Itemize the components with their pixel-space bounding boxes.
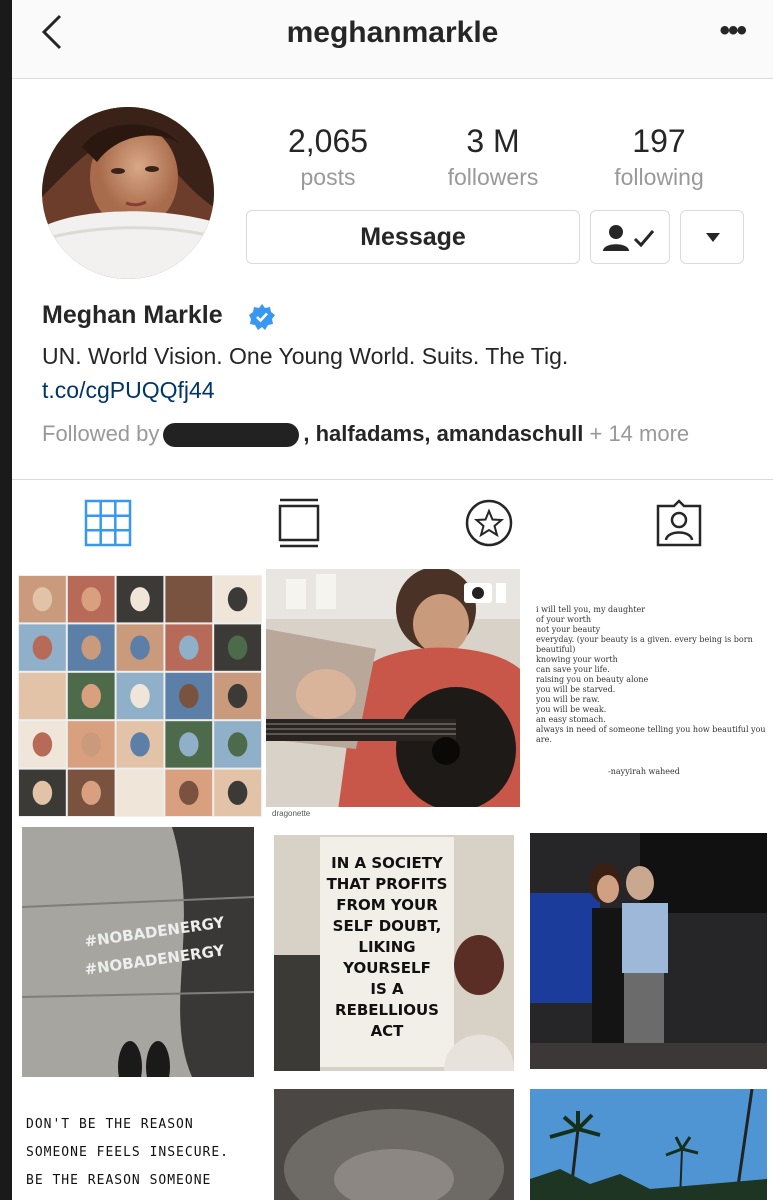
post-guitar-video[interactable]: dragonette bbox=[266, 569, 520, 825]
poem-author: -nayyirah waheed bbox=[608, 767, 680, 776]
followers-count[interactable]: 3 M followers bbox=[418, 123, 568, 191]
feed-icon[interactable] bbox=[274, 498, 324, 548]
avatar[interactable] bbox=[42, 107, 214, 279]
collage-cell-face bbox=[179, 732, 199, 757]
profile-display-name: Meghan Markle bbox=[42, 301, 223, 329]
post-palm-trees[interactable] bbox=[530, 1089, 767, 1200]
posts-count-label: posts bbox=[300, 164, 356, 190]
profile-bio: UN. World Vision. One Young World. Suits… bbox=[42, 343, 569, 369]
profile-tabs bbox=[12, 479, 773, 570]
collage-cell-face bbox=[227, 635, 248, 660]
suggested-dropdown-button[interactable] bbox=[680, 210, 744, 264]
collage-cell-face bbox=[32, 587, 53, 612]
collage-cell-face bbox=[130, 732, 150, 757]
post-handwritten[interactable]: DON'T BE THE REASON SOMEONE FEELS INSECU… bbox=[18, 1089, 262, 1200]
person-check-icon bbox=[603, 225, 655, 251]
poem-text: i will tell you, my daughter of your wor… bbox=[536, 605, 766, 744]
top-navigation-bar: meghanmarkle ••• bbox=[12, 0, 773, 79]
collage-cell-face bbox=[179, 683, 199, 709]
message-button[interactable]: Message bbox=[246, 210, 580, 264]
collage-cell-face bbox=[32, 635, 53, 660]
sign-text: IN A SOCIETY THAT PROFITS FROM YOUR SELF… bbox=[326, 854, 448, 1040]
collage-cell-face bbox=[81, 683, 101, 709]
saved-star-icon[interactable] bbox=[464, 498, 514, 548]
palm-trees-image bbox=[530, 1089, 767, 1200]
followers-count-label: followers bbox=[447, 164, 539, 190]
posts-grid: dragonette i will tell you, my daughter … bbox=[12, 569, 773, 1200]
collage-cell-face bbox=[227, 780, 248, 805]
collage-cell-face bbox=[81, 780, 101, 805]
collage-image bbox=[19, 576, 261, 816]
collage-cell-face bbox=[130, 635, 150, 660]
interview-image bbox=[530, 833, 767, 1069]
collage-cell-face bbox=[81, 587, 101, 612]
dark-photo-image bbox=[274, 1089, 514, 1200]
ellipsis-icon[interactable]: ••• bbox=[719, 14, 746, 48]
collage-cell-face bbox=[81, 635, 101, 660]
followed-by-names: , halfadams, amandaschull bbox=[303, 421, 584, 446]
post-society-sign[interactable]: IN A SOCIETY THAT PROFITS FROM YOUR SELF… bbox=[274, 835, 514, 1071]
posts-count[interactable]: 2,065 posts bbox=[253, 123, 403, 191]
collage-cell-face bbox=[130, 780, 150, 805]
collage-cell-face bbox=[227, 587, 248, 612]
redacted-username bbox=[163, 423, 300, 448]
followers-count-value: 3 M bbox=[466, 123, 520, 159]
collage-cell-face bbox=[179, 587, 199, 612]
instagram-profile-screen: meghanmarkle ••• 2,065 posts 3 M followe… bbox=[12, 0, 773, 1200]
following-count-label: following bbox=[614, 164, 704, 190]
collage-cell-face bbox=[81, 732, 101, 757]
profile-header: 2,065 posts 3 M followers 197 following … bbox=[12, 79, 773, 479]
following-status-button[interactable] bbox=[590, 210, 670, 264]
profile-website-link[interactable]: t.co/cgPUQQfj44 bbox=[42, 377, 215, 404]
grid-icon[interactable] bbox=[83, 498, 133, 548]
profile-username: meghanmarkle bbox=[286, 16, 499, 49]
handwritten-text: DON'T BE THE REASON SOMEONE FEELS INSECU… bbox=[26, 1117, 230, 1188]
collage-cell-face bbox=[130, 683, 150, 709]
followed-by-more: + 14 more bbox=[583, 421, 690, 446]
caret-down-icon bbox=[706, 233, 720, 242]
guitar-video-image bbox=[266, 569, 520, 825]
followed-by-prefix: Followed by bbox=[42, 421, 160, 446]
tagged-person-icon[interactable] bbox=[654, 498, 704, 548]
collage-cell-face bbox=[227, 683, 248, 709]
following-count[interactable]: 197 following bbox=[584, 123, 734, 191]
collage-cell-face bbox=[130, 587, 150, 612]
following-count-value: 197 bbox=[632, 123, 686, 159]
collage-cell-face bbox=[32, 683, 53, 709]
verified-badge-icon bbox=[249, 304, 275, 330]
collage-cell-face bbox=[179, 780, 199, 805]
followed-by-line[interactable]: Followed by , halfadams, amandaschull + 1… bbox=[42, 421, 690, 448]
post-interview[interactable] bbox=[530, 833, 767, 1069]
collage-cell-face bbox=[179, 635, 199, 660]
collage-cell-face bbox=[227, 732, 248, 757]
post-sidewalk[interactable]: #NOBADENERGY #NOBADENERGY bbox=[22, 827, 254, 1077]
post-dark-photo[interactable] bbox=[274, 1089, 514, 1200]
collage-cell-face bbox=[32, 780, 53, 805]
post-poem[interactable]: i will tell you, my daughter of your wor… bbox=[524, 569, 773, 825]
collage-cell-face bbox=[32, 732, 53, 757]
post-collage[interactable] bbox=[18, 575, 262, 817]
video-credit: dragonette bbox=[272, 809, 311, 818]
posts-count-value: 2,065 bbox=[287, 123, 369, 159]
